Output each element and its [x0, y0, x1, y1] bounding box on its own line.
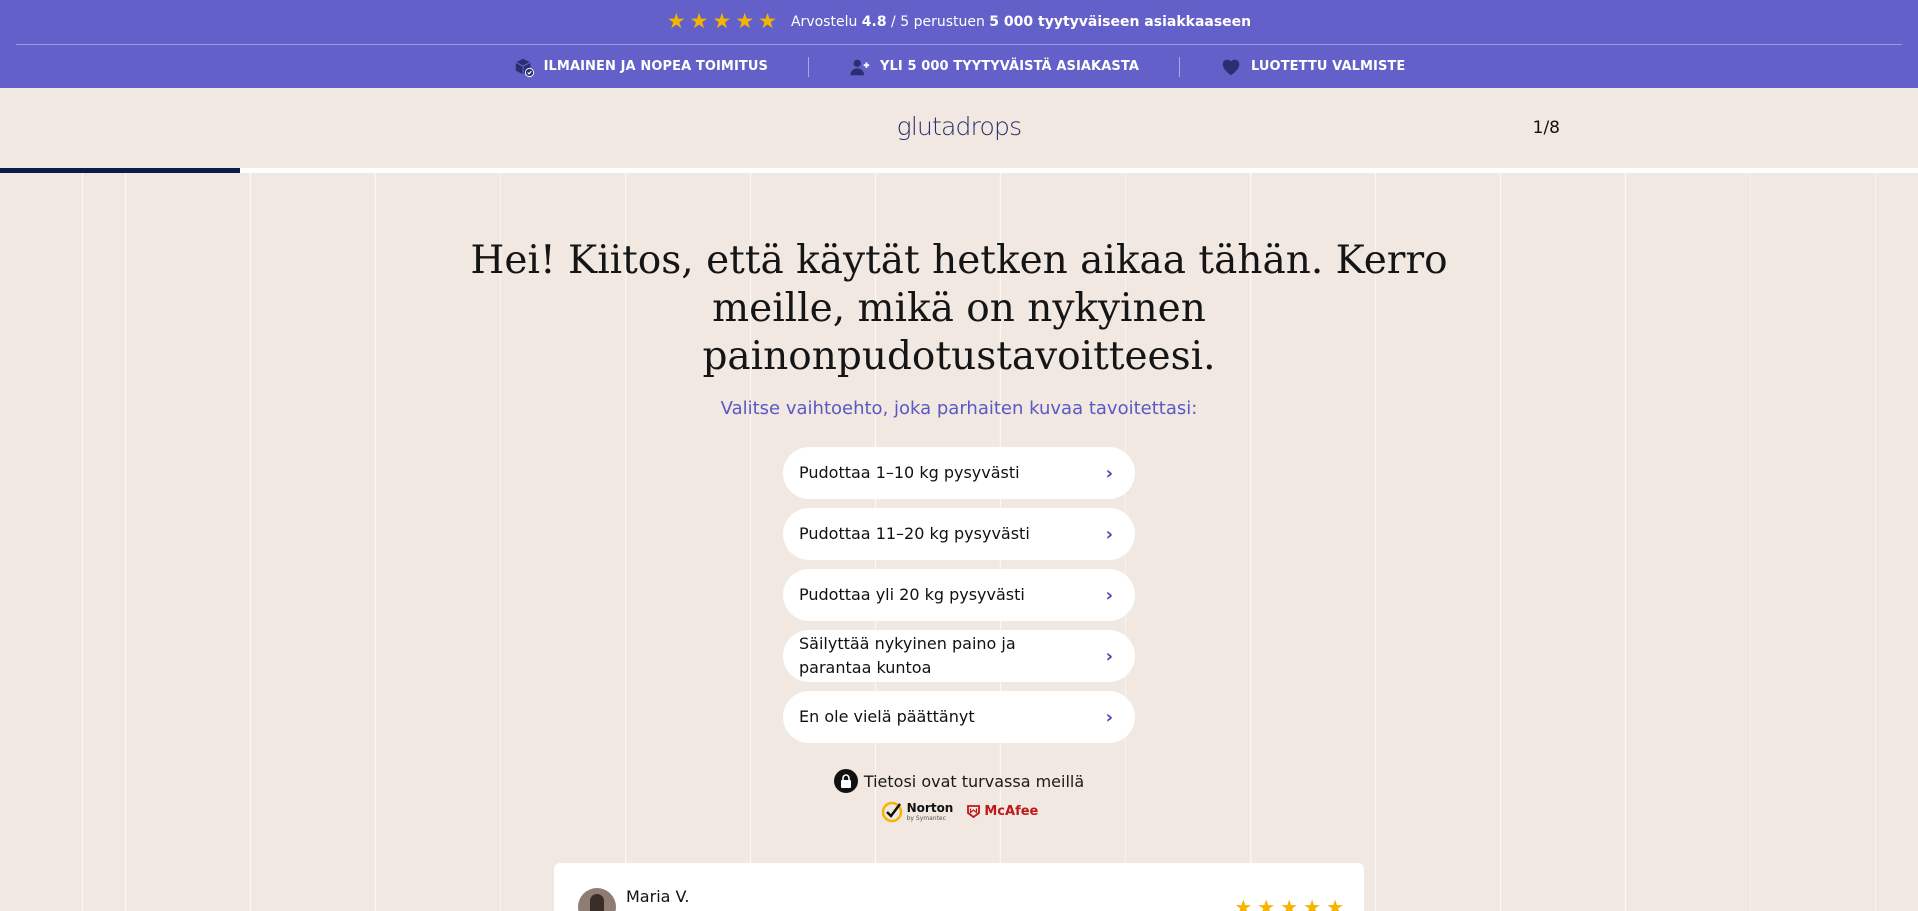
security-badges: Norton by Symantec McAfee — [0, 799, 1918, 823]
lock-icon — [833, 769, 858, 793]
star-icon: ★ — [1234, 895, 1253, 911]
rating-count: 5 000 tyytyväiseen asiakkaaseen — [989, 13, 1252, 30]
security-notice: Tietosi ovat turvassa meillä — [0, 769, 1918, 793]
star-icon: ★ — [1280, 895, 1299, 911]
norton-sub: by Symantec — [906, 814, 946, 822]
chevron-right-icon: › — [1105, 462, 1113, 484]
site-header: glutadrops 1/8 — [0, 88, 1918, 168]
star-icon: ★ — [1326, 895, 1344, 911]
answer-option-label: En ole vielä päättänyt — [799, 707, 975, 726]
usp-customers-label: YLI 5 000 TYYTYVÄISTÄ ASIAKASTA — [879, 59, 1139, 74]
rating-score: 4.8 — [861, 13, 887, 30]
usp-row: ILMAINEN JA NOPEA TOIMITUS YLI 5 000 TYY… — [0, 45, 1918, 88]
security-text: Tietosi ovat turvassa meillä — [863, 771, 1085, 791]
step-counter: 1/8 — [1532, 118, 1560, 138]
avatar — [578, 888, 616, 911]
mcafee-shield-icon — [967, 804, 981, 818]
answer-options: Pudottaa 1–10 kg pysyvästi › Pudottaa 11… — [783, 447, 1135, 743]
answer-option-label: Pudottaa yli 20 kg pysyvästi — [799, 585, 1025, 604]
mcafee-label: McAfee — [984, 803, 1039, 819]
answer-option-over-20kg[interactable]: Pudottaa yli 20 kg pysyvästi › — [783, 569, 1135, 621]
answer-option-maintain[interactable]: Säilyttää nykyinen paino ja parantaa kun… — [783, 630, 1135, 682]
answer-option-undecided[interactable]: En ole vielä päättänyt › — [783, 691, 1135, 743]
top-announcement-bar: ★ ★ ★ ★ ★ Arvostelu 4.8 / 5 perustuen 5 … — [0, 0, 1918, 88]
usp-delivery: ILMAINEN JA NOPEA TOIMITUS — [473, 56, 808, 78]
rating-text: Arvostelu 4.8 / 5 perustuen 5 000 tyytyv… — [791, 14, 1251, 30]
star-icon: ★ — [666, 9, 686, 33]
quiz-content: Hei! Kiitos, että käytät hetken aikaa tä… — [0, 173, 1918, 911]
chevron-right-icon: › — [1105, 523, 1113, 545]
rating-prefix: Arvostelu — [790, 13, 858, 30]
brand-logo[interactable]: glutadrops — [0, 112, 1918, 141]
answer-option-label: Pudottaa 11–20 kg pysyvästi — [799, 524, 1030, 543]
rating-stars: ★ ★ ★ ★ ★ — [667, 11, 777, 32]
star-icon: ★ — [758, 9, 777, 33]
heart-icon — [1222, 59, 1240, 75]
star-icon: ★ — [712, 9, 732, 33]
star-icon: ★ — [1257, 895, 1276, 911]
star-icon: ★ — [1303, 895, 1322, 911]
reviewer-name: Maria V. — [626, 887, 690, 906]
chevron-right-icon: › — [1105, 706, 1113, 728]
star-icon: ★ — [689, 9, 709, 33]
usp-customers: YLI 5 000 TYYTYVÄISTÄ ASIAKASTA — [809, 56, 1179, 78]
chevron-right-icon: › — [1105, 584, 1113, 606]
norton-label: Norton — [906, 800, 954, 815]
usp-trusted: LUOTETTU VALMISTE — [1180, 56, 1445, 78]
answer-option-label: Säilyttää nykyinen paino ja parantaa kun… — [799, 634, 1016, 677]
chevron-right-icon: › — [1105, 645, 1113, 667]
delivery-box-icon — [515, 58, 534, 77]
norton-check-icon — [881, 801, 902, 823]
usp-delivery-label: ILMAINEN JA NOPEA TOIMITUS — [543, 59, 768, 74]
review-card: Maria V. ★ ★ ★ ★ ★ — [554, 863, 1364, 911]
star-icon: ★ — [735, 9, 755, 33]
review-stars: ★ ★ ★ ★ ★ — [1234, 897, 1344, 911]
rating-summary: ★ ★ ★ ★ ★ Arvostelu 4.8 / 5 perustuen 5 … — [0, 0, 1918, 43]
user-plus-icon — [850, 59, 870, 75]
question-subtitle: Valitse vaihtoehto, joka parhaiten kuvaa… — [720, 398, 1198, 419]
norton-badge: Norton by Symantec — [880, 799, 954, 823]
answer-option-label: Pudottaa 1–10 kg pysyvästi — [799, 463, 1020, 482]
answer-option-1-10kg[interactable]: Pudottaa 1–10 kg pysyvästi › — [783, 447, 1135, 499]
rating-scale: / 5 perustuen — [891, 13, 985, 30]
mcafee-badge: McAfee — [967, 804, 1038, 819]
page-title: Hei! Kiitos, että käytät hetken aikaa tä… — [470, 238, 1448, 379]
answer-option-11-20kg[interactable]: Pudottaa 11–20 kg pysyvästi › — [783, 508, 1135, 560]
usp-trusted-label: LUOTETTU VALMISTE — [1250, 59, 1406, 74]
